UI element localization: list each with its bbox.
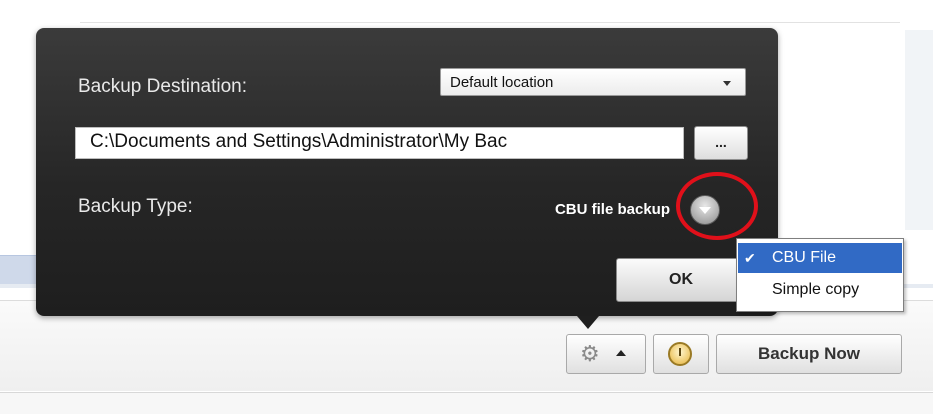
menu-item-simple-copy[interactable]: Simple copy <box>738 275 902 305</box>
status-area <box>0 393 933 414</box>
alarm-clock-icon <box>668 342 692 366</box>
ok-button[interactable]: OK <box>616 258 746 302</box>
side-panel <box>905 30 933 230</box>
checkmark-icon: ✔ <box>744 250 756 266</box>
chevron-down-icon <box>723 81 731 86</box>
popup-pointer <box>577 316 599 329</box>
file-list-row <box>80 0 900 23</box>
backup-path-input[interactable]: C:\Documents and Settings\Administrator\… <box>75 127 684 159</box>
settings-button[interactable]: ⚙ <box>566 334 646 374</box>
menu-item-label: CBU File <box>772 249 837 266</box>
backup-type-label: Backup Type: <box>78 196 193 217</box>
menu-item-label: Simple copy <box>772 281 860 298</box>
backup-destination-label: Backup Destination: <box>78 76 247 97</box>
schedule-button[interactable] <box>653 334 709 374</box>
destination-select[interactable]: Default location <box>440 68 746 96</box>
menu-item-cbu-file[interactable]: ✔ CBU File <box>738 243 902 273</box>
settings-gear-icon: ⚙ <box>580 341 600 366</box>
chevron-up-icon <box>616 350 626 356</box>
browse-button[interactable]: ... <box>694 126 748 160</box>
destination-select-value: Default location <box>450 74 554 91</box>
backup-type-value: CBU file backup <box>554 201 670 218</box>
backup-now-button[interactable]: Backup Now <box>716 334 902 374</box>
backup-type-menu: ✔ CBU File Simple copy <box>736 238 904 312</box>
highlight-circle <box>676 172 758 240</box>
